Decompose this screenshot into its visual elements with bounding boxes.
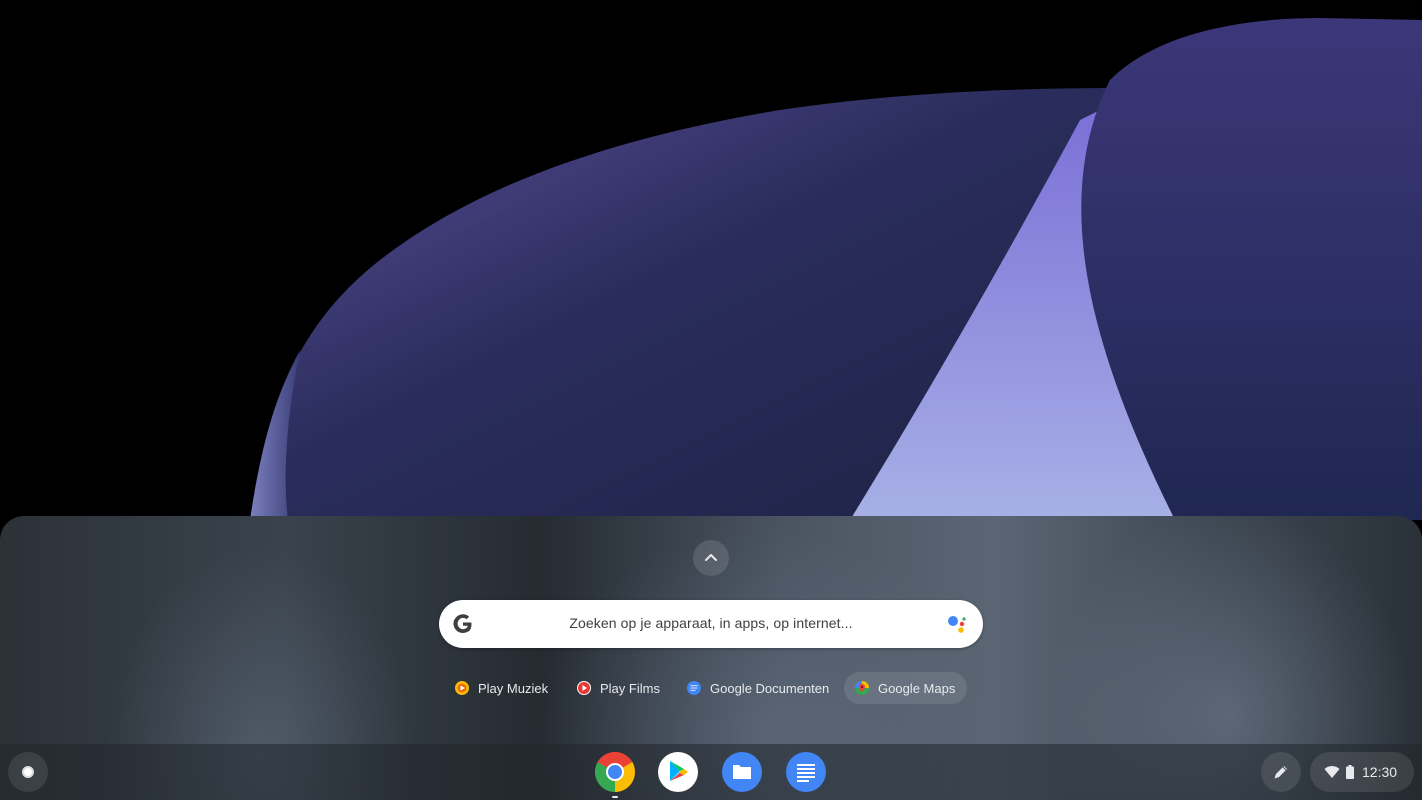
battery-icon (1346, 765, 1354, 779)
suggestion-label: Google Documenten (710, 680, 830, 696)
suggestion-chip-google-maps[interactable]: Google Maps (844, 672, 968, 704)
expand-launcher-button[interactable] (693, 540, 729, 576)
wifi-icon (1324, 766, 1340, 778)
shelf-app-docs[interactable] (786, 752, 826, 792)
suggestion-label: Play Films (600, 680, 660, 696)
suggestion-chip-google-documenten[interactable]: Google Documenten (676, 672, 841, 704)
suggestion-label: Google Maps (878, 680, 956, 696)
suggestion-chip-play-films[interactable]: Play Films (566, 672, 672, 704)
stylus-tools-button[interactable] (1261, 752, 1301, 792)
launcher-circle-icon (22, 766, 34, 778)
launcher-search-box[interactable]: Zoeken op je apparaat, in apps, op inter… (439, 600, 983, 648)
running-indicator-chrome (612, 796, 618, 798)
shelf-app-play-store[interactable] (658, 752, 698, 792)
shelf-app-files[interactable] (722, 752, 762, 792)
google-assistant-icon[interactable] (947, 614, 969, 636)
chromeos-desktop: Zoeken op je apparaat, in apps, op inter… (0, 0, 1422, 800)
suggestion-chip-play-muziek[interactable]: Play Muziek (444, 672, 560, 704)
shelf: 12:30 (0, 744, 1422, 800)
chevron-up-icon (705, 554, 717, 561)
clock: 12:30 (1362, 764, 1398, 780)
stylus-icon (1274, 766, 1287, 779)
play-movies-icon (577, 681, 591, 695)
play-music-icon (455, 681, 469, 695)
launcher-button[interactable] (8, 752, 48, 792)
google-maps-icon (855, 681, 869, 695)
system-tray[interactable]: 12:30 (1310, 752, 1414, 792)
search-placeholder-text: Zoeken op je apparaat, in apps, op inter… (569, 615, 853, 631)
suggestion-label: Play Muziek (478, 680, 549, 696)
shelf-app-chrome[interactable] (595, 752, 635, 792)
suggestion-chips: Play Muziek Play Films Google Documenten (0, 672, 1422, 704)
google-docs-icon (687, 681, 701, 695)
